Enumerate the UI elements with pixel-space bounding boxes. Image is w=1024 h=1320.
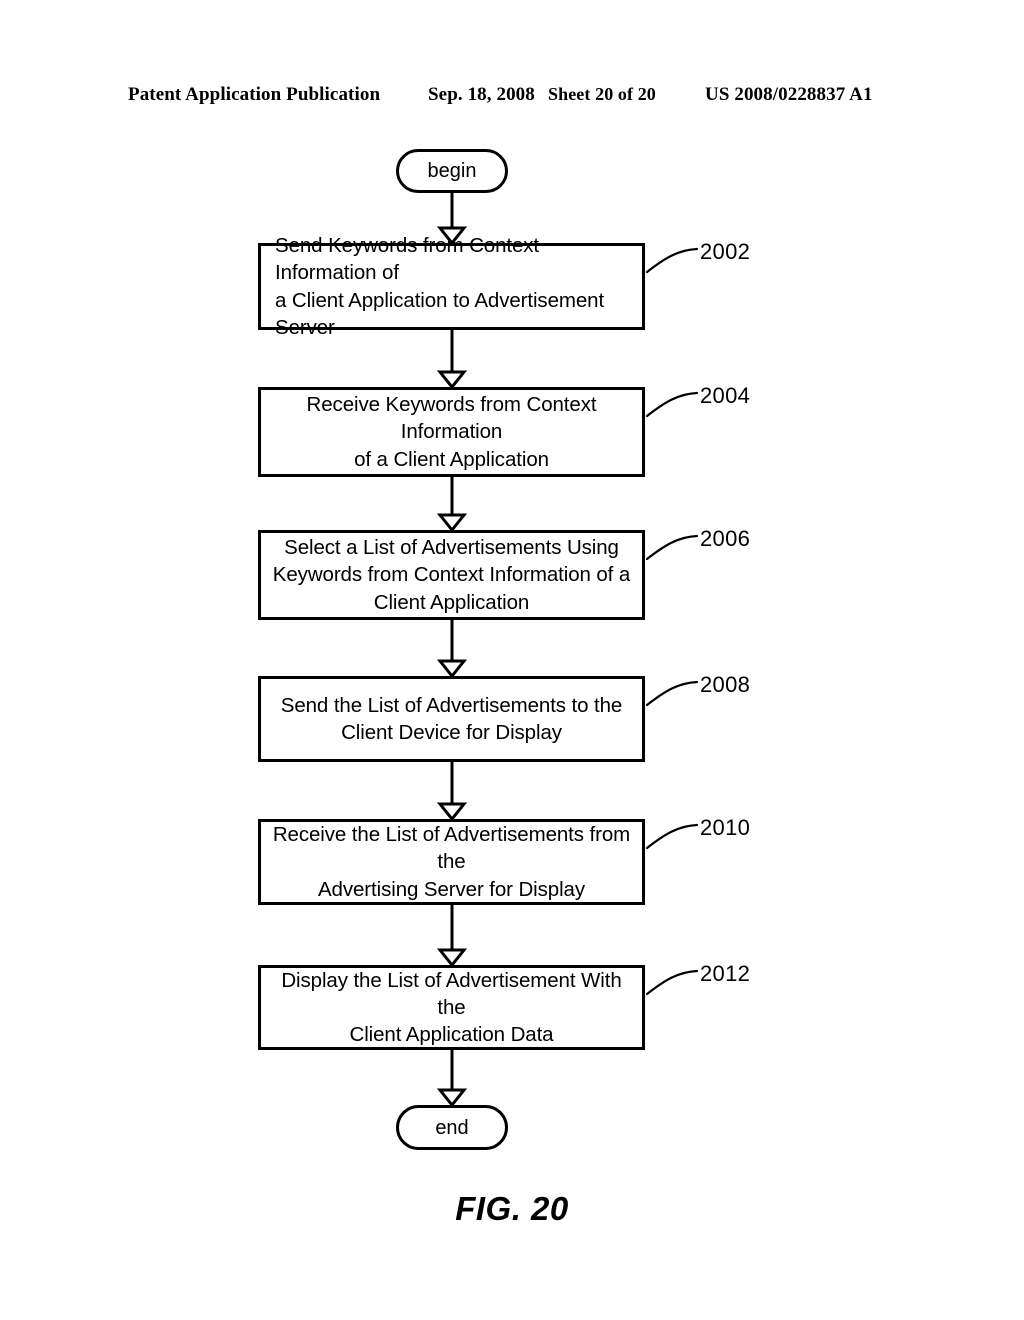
flowchart-diagram: begin Send Keywords from Context Informa… bbox=[0, 0, 1024, 1320]
flow-step-2006[interactable]: Select a List of Advertisements Using Ke… bbox=[258, 530, 645, 620]
flow-step-2006-text: Select a List of Advertisements Using Ke… bbox=[272, 536, 631, 614]
flow-step-2012[interactable]: Display the List of Advertisement With t… bbox=[258, 965, 645, 1050]
ref-numeral-2010: 2010 bbox=[700, 815, 751, 840]
flow-step-2002-text: Send Keywords from Context Information o… bbox=[275, 234, 605, 339]
flow-start-terminator[interactable]: begin bbox=[396, 149, 508, 193]
ref-numeral-2008: 2008 bbox=[700, 672, 751, 697]
flow-step-2012-text: Display the List of Advertisement With t… bbox=[281, 968, 622, 1047]
flowchart-connectors bbox=[436, 192, 699, 1108]
flow-step-2004[interactable]: Receive Keywords from Context Informatio… bbox=[258, 387, 645, 477]
ref-numeral-2002: 2002 bbox=[700, 239, 751, 264]
flow-step-2010[interactable]: Receive the List of Advertisements from … bbox=[258, 819, 645, 905]
flow-step-2002[interactable]: Send Keywords from Context Information o… bbox=[258, 234, 645, 339]
flow-end-terminator[interactable]: end bbox=[396, 1105, 508, 1150]
flow-step-2004-text: Receive Keywords from Context Informatio… bbox=[306, 393, 597, 471]
ref-numeral-2006: 2006 bbox=[700, 526, 751, 551]
ref-numeral-2004: 2004 bbox=[700, 383, 751, 408]
flow-start-label: begin bbox=[427, 160, 477, 182]
ref-numeral-2012: 2012 bbox=[700, 961, 751, 986]
flow-end-label: end bbox=[435, 1116, 469, 1139]
flow-step-2008-text: Send the List of Advertisements to the C… bbox=[280, 693, 623, 744]
flow-step-2010-text: Receive the List of Advertisements from … bbox=[272, 823, 631, 901]
figure-caption: FIG. 20 bbox=[455, 1190, 569, 1227]
flow-step-2008[interactable]: Send the List of Advertisements to the C… bbox=[258, 676, 645, 762]
